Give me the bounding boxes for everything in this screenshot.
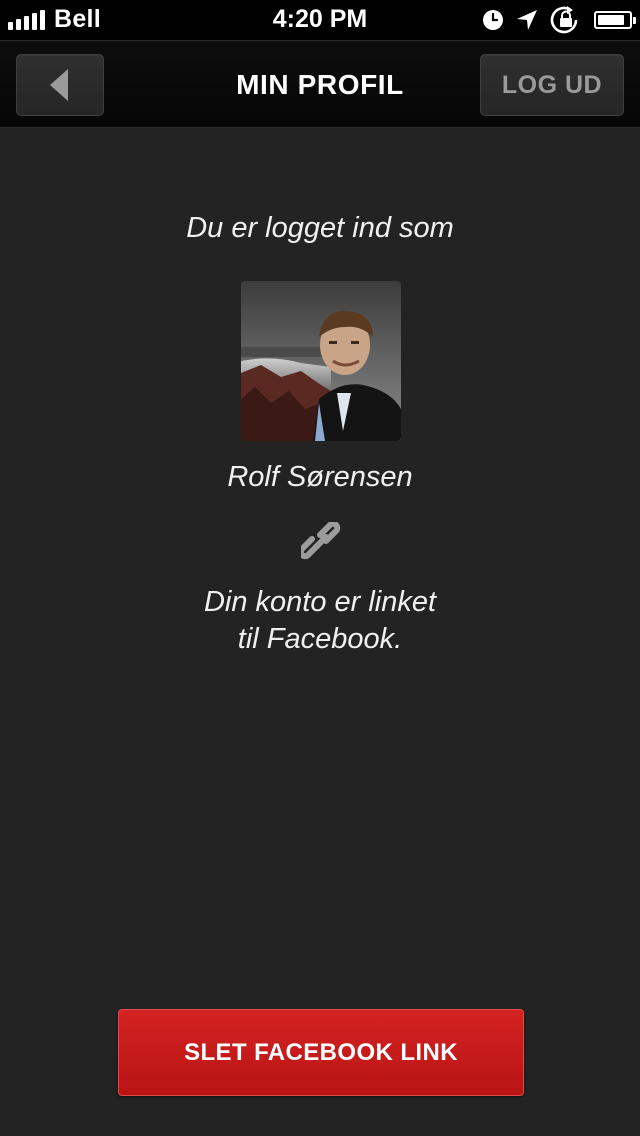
screen: Bell 4:20 PM MIN PROFIL LOG UD Du er log… xyxy=(0,0,640,1136)
facebook-linked-line-2: til Facebook. xyxy=(237,623,403,655)
facebook-linked-message: Din konto er linket til Facebook. xyxy=(0,584,640,658)
navigation-bar: MIN PROFIL LOG UD xyxy=(0,40,640,128)
battery-level xyxy=(598,15,624,25)
logged-in-as-label: Du er logget ind som xyxy=(186,212,454,244)
rotation-lock-icon xyxy=(550,6,578,34)
delete-facebook-link-button[interactable]: SLET FACEBOOK LINK xyxy=(118,1009,524,1096)
status-icons xyxy=(482,6,636,34)
facebook-linked-line-1: Din konto er linket xyxy=(203,586,437,618)
chain-link-icon xyxy=(301,522,341,560)
profile-photo xyxy=(241,281,401,441)
alarm-icon xyxy=(483,10,503,30)
avatar xyxy=(241,281,401,441)
user-name: Rolf Sørensen xyxy=(227,461,413,493)
location-arrow-icon xyxy=(517,10,537,30)
logout-button[interactable]: LOG UD xyxy=(480,54,624,116)
status-bar: Bell 4:20 PM xyxy=(0,0,640,40)
battery-icon xyxy=(594,11,636,29)
